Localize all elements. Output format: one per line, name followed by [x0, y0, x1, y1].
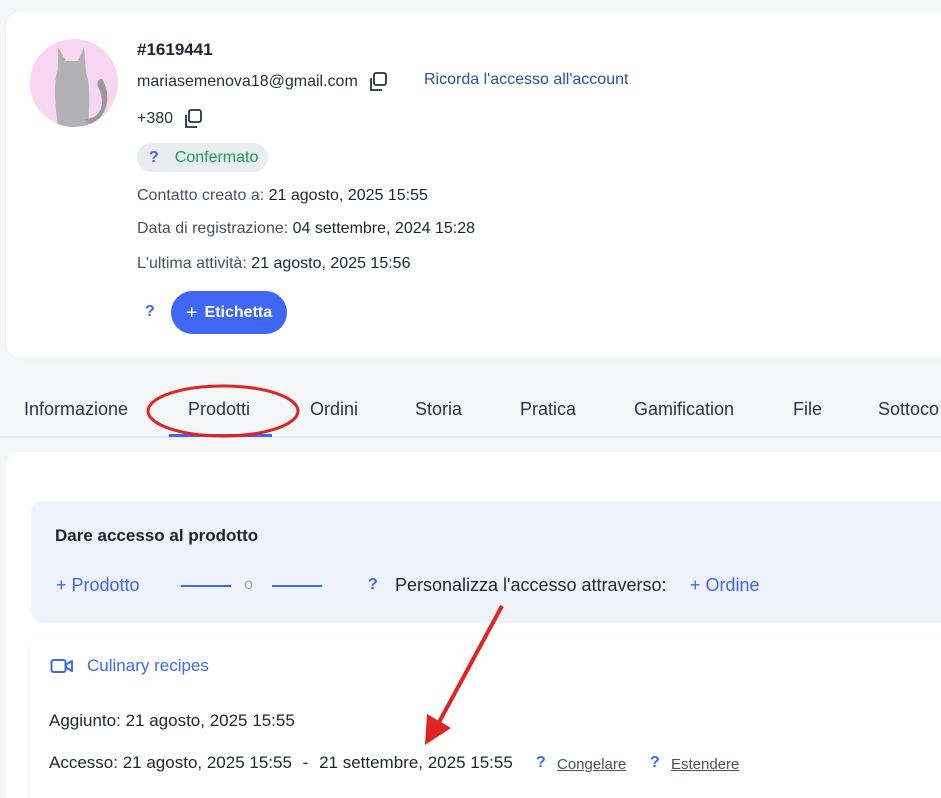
status-text: Confermato — [174, 148, 259, 166]
access-label: Accesso: — [49, 753, 118, 772]
active-tab-indicator — [169, 434, 272, 437]
tab-informazione[interactable]: Informazione — [24, 399, 128, 420]
copy-phone-button[interactable] — [182, 108, 204, 130]
last-activity-label: L'ultima attività: — [137, 255, 247, 272]
status-badge: ? Confermato — [137, 143, 269, 172]
remember-access-link[interactable]: Ricorda l'accesso all'account — [424, 71, 628, 89]
video-camera-icon — [50, 656, 74, 681]
avatar — [30, 39, 118, 127]
created-at-label: Contatto creato a: — [137, 187, 265, 204]
access-separator: - — [302, 753, 309, 772]
access-from-value: 21 agosto, 2025 15:55 — [122, 753, 292, 772]
grant-access-title: Dare accesso al prodotto — [55, 526, 259, 545]
copy-email-button[interactable] — [367, 71, 389, 93]
registration-date-line: Data di registrazione: 04 settembre, 202… — [137, 220, 475, 238]
registration-date-value: 04 settembre, 2024 15:28 — [292, 220, 475, 237]
email-value: mariasemenova18@gmail.com — [137, 73, 358, 90]
registration-date-label: Data di registrazione: — [137, 220, 289, 237]
last-activity-line: L'ultima attività: 21 agosto, 2025 15:56 — [137, 255, 410, 273]
contact-id: #1619441 — [137, 40, 213, 59]
added-line: Aggiunto: 21 agosto, 2025 15:55 — [49, 711, 295, 731]
freeze-help-icon[interactable]: ? — [536, 754, 546, 772]
access-to-value: 21 settembre, 2025 15:55 — [319, 753, 513, 772]
grant-access-box — [31, 501, 941, 623]
access-period-line: Accesso: 21 agosto, 2025 15:55 - 21 sett… — [49, 753, 513, 773]
tab-sottoco[interactable]: Sottoco — [878, 399, 939, 420]
tag-help-icon[interactable]: ? — [145, 303, 155, 321]
add-tag-label: Etichetta — [204, 303, 273, 321]
created-at-value: 21 agosto, 2025 15:55 — [268, 187, 428, 204]
cat-silhouette-icon — [55, 47, 108, 127]
add-order-link[interactable]: + Ordine — [690, 575, 760, 596]
freeze-link[interactable]: Congelare — [557, 756, 626, 773]
divider-right — [272, 585, 322, 587]
product-name-link[interactable]: Culinary recipes — [87, 656, 209, 676]
added-label: Aggiunto: — [49, 711, 121, 730]
copy-icon — [369, 72, 387, 91]
phone-value: +380 — [137, 110, 174, 127]
tab-ordini[interactable]: Ordini — [310, 399, 358, 420]
tab-bar: Informazione Prodotti Ordini Storia Prat… — [0, 388, 941, 438]
personalize-label: Personalizza l'accesso attraverso: — [395, 575, 667, 595]
tab-gamification[interactable]: Gamification — [634, 399, 734, 420]
tab-prodotti[interactable]: Prodotti — [188, 399, 250, 420]
phone-row: +380 — [137, 107, 204, 131]
divider-left — [181, 585, 231, 587]
tab-storia[interactable]: Storia — [415, 399, 462, 420]
created-at-line: Contatto creato a: 21 agosto, 2025 15:55 — [137, 187, 428, 205]
personalize-help-icon[interactable]: ? — [368, 576, 378, 594]
copy-icon — [185, 109, 202, 128]
tab-file[interactable]: File — [793, 399, 822, 420]
extend-help-icon[interactable]: ? — [650, 754, 660, 772]
email-row: mariasemenova18@gmail.com — [137, 70, 389, 94]
plus-icon: + — [185, 301, 198, 324]
or-separator: o — [244, 576, 253, 593]
added-value: 21 agosto, 2025 15:55 — [125, 711, 295, 730]
add-tag-button[interactable]: + Etichetta — [171, 291, 287, 334]
extend-link[interactable]: Estendere — [671, 756, 739, 773]
last-activity-value: 21 agosto, 2025 15:56 — [251, 255, 411, 272]
add-product-link[interactable]: + Prodotto — [56, 575, 140, 596]
tab-pratica[interactable]: Pratica — [520, 399, 576, 420]
status-help-icon[interactable]: ? — [149, 149, 159, 167]
